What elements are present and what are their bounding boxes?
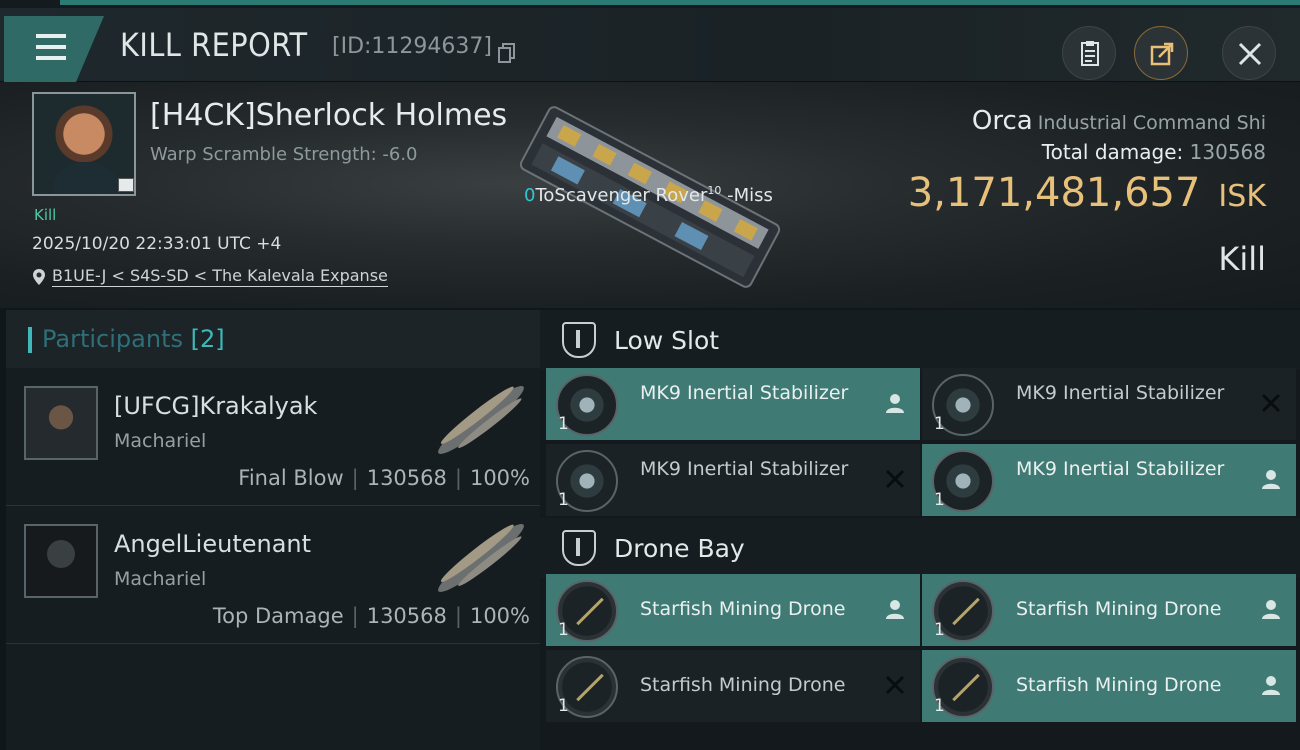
module-item[interactable]: 1 Starfish Mining Drone (546, 650, 920, 722)
module-qty: 1 (934, 620, 945, 640)
isk-unit: ISK (1218, 179, 1266, 214)
module-item[interactable]: 1 MK9 Inertial Stabilizer (546, 444, 920, 516)
module-name: MK9 Inertial Stabilizer (640, 382, 849, 404)
participant-stats: Final Blow | 130568 | 100% (238, 466, 530, 490)
person-icon (1262, 600, 1280, 619)
total-damage-value: 130568 (1189, 140, 1266, 164)
section-drone-bay: Drone Bay (540, 518, 1300, 578)
module-item[interactable]: 1 Starfish Mining Drone (546, 574, 920, 646)
share-icon (1150, 42, 1174, 66)
module-qty: 1 (934, 490, 945, 510)
participant-ship-image (438, 524, 524, 592)
kill-report-window: KILL REPORT [ID:11294637] Kill [H4CK]She… (0, 0, 1300, 750)
participant-name: [UFCG]Krakalyak (114, 392, 318, 420)
participant-role: Final Blow (238, 466, 344, 490)
kill-location[interactable]: B1UE-J < S4S-SD < The Kalevala Expanse (32, 266, 388, 287)
accent-strip (60, 0, 1300, 5)
person-icon (886, 394, 904, 413)
low-slot-icon (562, 322, 596, 358)
module-name: Starfish Mining Drone (640, 598, 846, 620)
module-qty: 1 (558, 696, 569, 716)
module-qty: 1 (934, 414, 945, 434)
total-damage-label: Total damage: (1041, 140, 1184, 164)
module-name: Starfish Mining Drone (1016, 674, 1222, 696)
section-label: Drone Bay (614, 534, 745, 563)
participants-count: [2] (190, 325, 225, 353)
module-name: Starfish Mining Drone (1016, 598, 1222, 620)
person-icon (1262, 470, 1280, 489)
clipboard-icon (1081, 41, 1099, 66)
participant-ship: Machariel (114, 568, 207, 590)
share-button[interactable] (1134, 26, 1188, 80)
ship-name-suffix: -Miss (721, 185, 773, 206)
participant-row[interactable]: [UFCG]Krakalyak Machariel Final Blow | 130… (6, 368, 540, 506)
location-pin-icon (33, 268, 45, 285)
module-qty: 1 (558, 620, 569, 640)
x-icon (1261, 393, 1281, 413)
module-item[interactable]: 1 MK9 Inertial Stabilizer (546, 368, 920, 440)
clipboard-button[interactable] (1062, 26, 1116, 80)
x-icon (885, 469, 905, 489)
participant-ship: Machariel (114, 430, 207, 452)
location-link[interactable]: B1UE-J < S4S-SD < The Kalevala Expanse (52, 266, 388, 287)
module-qty: 1 (558, 414, 569, 434)
menu-icon (30, 32, 66, 62)
participants-panel: Participants [2] [UFCG]Krakalyak Machari… (6, 310, 540, 750)
participant-percent: 100% (469, 466, 530, 490)
participant-damage: 130568 (366, 466, 447, 490)
module-item[interactable]: 1 MK9 Inertial Stabilizer (922, 444, 1296, 516)
module-qty: 1 (558, 490, 569, 510)
participants-header[interactable]: Participants [2] (6, 310, 540, 368)
module-name: MK9 Inertial Stabilizer (1016, 382, 1225, 404)
header-bar: KILL REPORT [ID:11294637] (0, 8, 1300, 82)
participant-row[interactable]: AngelLieutenant Machariel Top Damage | 130… (6, 506, 540, 644)
module-name: MK9 Inertial Stabilizer (1016, 458, 1225, 480)
victim-ship-type[interactable]: Orca Industrial Command Shi (972, 106, 1266, 136)
kill-tag: Kill (34, 206, 57, 224)
participant-damage: 130568 (366, 604, 447, 628)
page-title: KILL REPORT (120, 26, 308, 64)
x-icon (885, 675, 905, 695)
participant-avatar[interactable] (24, 524, 98, 598)
person-icon (886, 600, 904, 619)
ship-type-name: Orca (971, 106, 1033, 136)
ship-name-prefix: 0 (524, 185, 536, 206)
participant-avatar[interactable] (24, 386, 98, 460)
close-button[interactable] (1222, 26, 1276, 80)
ship-name-main: ToScavenger Rover (535, 185, 708, 206)
module-name: Starfish Mining Drone (640, 674, 846, 696)
participant-percent: 100% (469, 604, 530, 628)
info-badge-icon[interactable] (118, 178, 134, 192)
module-qty: 1 (934, 696, 945, 716)
isk-amount: 3,171,481,657 (907, 170, 1201, 216)
fitting-panel: Low Slot 1 MK9 Inertial Stabilizer 1 MK9… (540, 310, 1300, 750)
total-damage: Total damage: 130568 (1042, 140, 1266, 164)
module-item[interactable]: 1 Starfish Mining Drone (922, 650, 1296, 722)
drone-bay-icon (562, 530, 596, 566)
participant-ship-image (438, 386, 524, 454)
report-type: Kill (1218, 240, 1266, 278)
participant-role: Top Damage (212, 604, 344, 628)
kill-datetime: 2025/10/20 22:33:01 UTC +4 (32, 234, 282, 254)
ship-name-sup: 10 (707, 184, 722, 197)
victim-pilot-name[interactable]: [H4CK]Sherlock Holmes (150, 98, 507, 133)
person-icon (1262, 676, 1280, 695)
module-item[interactable]: 1 Starfish Mining Drone (922, 574, 1296, 646)
module-name: MK9 Inertial Stabilizer (640, 458, 849, 480)
victim-summary: Kill [H4CK]Sherlock Holmes Warp Scramble… (0, 82, 1300, 308)
copy-icon[interactable] (498, 43, 516, 63)
participants-label: Participants (42, 325, 183, 353)
section-low-slot: Low Slot (540, 310, 1300, 370)
close-icon (1238, 42, 1262, 66)
report-id: [ID:11294637] (332, 34, 492, 59)
isk-value: 3,171,481,657 ISK (908, 170, 1266, 216)
module-item[interactable]: 1 MK9 Inertial Stabilizer (922, 368, 1296, 440)
warp-scramble-strength: Warp Scramble Strength: -6.0 (150, 144, 418, 165)
participant-stats: Top Damage | 130568 | 100% (212, 604, 530, 628)
section-label: Low Slot (614, 326, 720, 355)
participant-name: AngelLieutenant (114, 530, 312, 558)
menu-button[interactable] (4, 16, 104, 82)
victim-ship-name: 0ToScavenger Rover10 -Miss (524, 184, 773, 206)
ship-class: Industrial Command Shi (1037, 112, 1266, 134)
